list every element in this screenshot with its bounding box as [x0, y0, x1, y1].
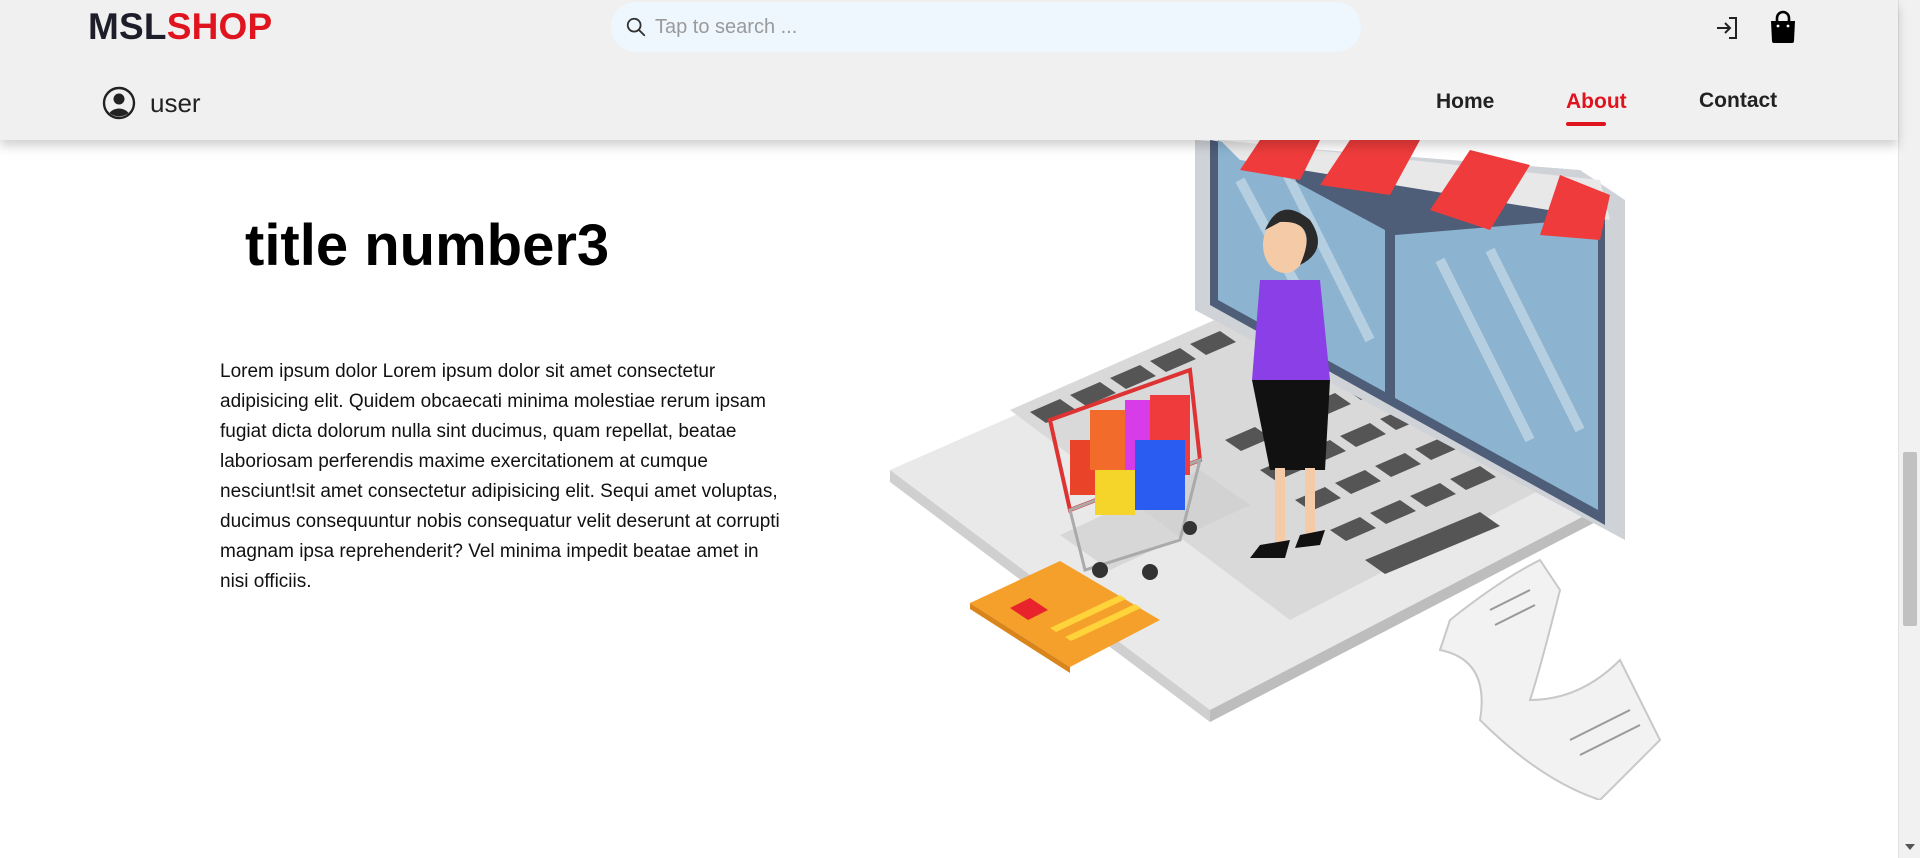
brand-logo-part2: SHOP [166, 6, 273, 47]
page: MSLSHOP user [0, 0, 1920, 858]
brand-logo-part1: MSL [88, 6, 167, 47]
online-shopping-illustration [890, 140, 1662, 800]
page-scrollbar[interactable] [1898, 0, 1920, 858]
search-bar [611, 2, 1361, 52]
nav-about[interactable]: About [1566, 90, 1627, 114]
user-label: user [150, 87, 201, 118]
search-input[interactable] [655, 15, 1335, 39]
active-nav-indicator [1566, 122, 1606, 126]
scrollbar-thumb[interactable] [1903, 452, 1917, 626]
login-icon[interactable] [1713, 14, 1741, 42]
section-body: Lorem ipsum dolor Lorem ipsum dolor sit … [220, 361, 780, 592]
section-title: title number3 [245, 213, 610, 278]
site-header: MSLSHOP user [0, 0, 1898, 140]
search-icon[interactable] [625, 16, 647, 38]
nav-contact[interactable]: Contact [1699, 89, 1777, 113]
brand-logo[interactable]: MSLSHOP [88, 6, 272, 48]
nav-home[interactable]: Home [1436, 90, 1494, 114]
user-menu[interactable]: user [102, 86, 201, 120]
user-circle-icon [102, 86, 136, 120]
scroll-down-arrow-icon[interactable] [1904, 842, 1916, 852]
shopping-bag-icon[interactable] [1768, 10, 1798, 44]
